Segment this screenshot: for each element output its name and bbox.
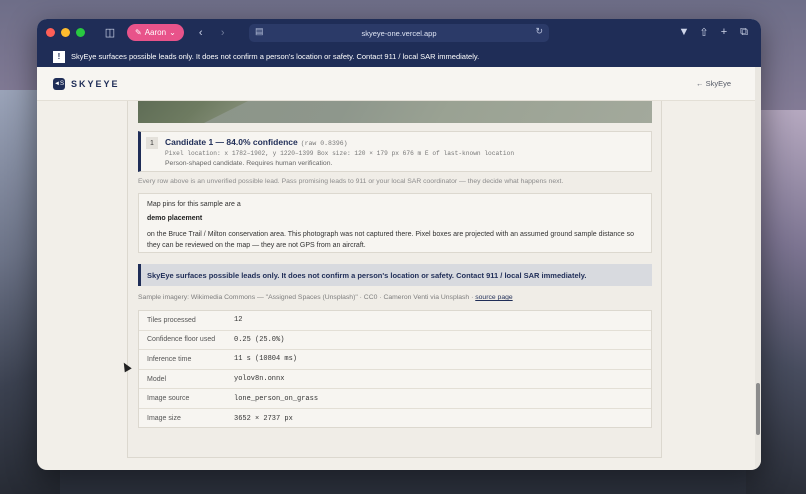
candidate-number: 1 — [146, 137, 158, 149]
stat-value: 12 — [234, 316, 243, 325]
stat-value: 3652 × 2737 px — [234, 414, 293, 423]
tab-overview-icon[interactable]: ⧉ — [735, 23, 753, 41]
candidate-card[interactable]: 1 Candidate 1 — 84.0% confidence (raw 0.8… — [138, 131, 652, 172]
minimize-window-button[interactable] — [61, 28, 70, 37]
address-url: skyeye-one.vercel.app — [361, 28, 437, 38]
back-arrow-icon[interactable]: ‹ — [192, 24, 210, 42]
results-panel: 1 Candidate 1 — 84.0% confidence (raw 0.8… — [127, 101, 662, 458]
stat-label: Confidence floor used — [147, 336, 216, 344]
map-note-emphasis: demo placement — [147, 215, 203, 222]
table-row: Image source lone_person_on_grass — [139, 389, 651, 409]
window-controls — [46, 28, 85, 37]
map-note-intro: Map pins for this sample are a — [147, 201, 241, 208]
site-logo-text[interactable]: SKYEYE — [71, 79, 120, 89]
page-settings-icon[interactable]: ▤ — [255, 26, 264, 37]
candidate-raw-score: (raw 0.8396) — [300, 140, 348, 147]
stat-label: Inference time — [147, 355, 192, 363]
browser-window: ◫ ✎ Aaron ⌄ ‹ › ▤ skyeye-one.vercel.app … — [37, 19, 761, 470]
toolbar-actions: ▼ ⇧ + ⧉ — [675, 23, 753, 41]
sample-image-preview — [138, 101, 652, 123]
candidate-title: Candidate 1 — 84.0% confidence (raw 0.839… — [165, 137, 348, 147]
stat-label: Tiles processed — [147, 316, 196, 324]
stat-label: Image source — [147, 395, 190, 403]
zoom-window-button[interactable] — [76, 28, 85, 37]
map-note: Map pins for this sample are a demo plac… — [138, 193, 652, 253]
image-credit: Sample imagery: Wikimedia Commons — "Ass… — [138, 294, 513, 301]
table-row: Inference time 11 s (10804 ms) — [139, 350, 651, 370]
map-note-body: on the Bruce Trail / Milton conservation… — [147, 231, 635, 249]
share-icon[interactable]: ⇧ — [695, 23, 713, 41]
profile-icon: ✎ — [135, 28, 142, 37]
alert-icon: ! — [53, 50, 65, 63]
download-icon[interactable]: ▼ — [675, 23, 693, 41]
sidebar-toggle-icon[interactable]: ◫ — [101, 24, 119, 42]
warning-callout: SkyEye surfaces possible leads only. It … — [138, 264, 652, 286]
navigation-arrows: ‹ › — [192, 24, 232, 42]
image-credit-text: Sample imagery: Wikimedia Commons — "Ass… — [138, 294, 474, 301]
candidate-title-text: Candidate 1 — 84.0% confidence — [165, 137, 298, 147]
stat-label: Image size — [147, 415, 181, 423]
close-window-button[interactable] — [46, 28, 55, 37]
reload-icon[interactable]: ↻ — [535, 26, 543, 37]
back-to-skyeye-link[interactable]: ← SkyEye — [696, 79, 731, 88]
safety-banner: ! SkyEye surfaces possible leads only. I… — [37, 46, 761, 67]
table-row: Model yolov8n.onnx — [139, 370, 651, 390]
stat-label: Model — [147, 375, 167, 383]
stat-value: yolov8n.onnx — [234, 375, 285, 384]
table-row: Tiles processed 12 — [139, 311, 651, 331]
table-row: Image size 3652 × 2737 px — [139, 409, 651, 429]
stat-value: lone_person_on_grass — [234, 394, 319, 403]
site-header: ◄S SKYEYE ← SkyEye — [37, 67, 755, 101]
source-page-link[interactable]: source page — [475, 294, 512, 301]
safety-banner-text: SkyEye surfaces possible leads only. It … — [71, 52, 480, 61]
skyeye-logo-icon[interactable]: ◄S — [53, 77, 65, 90]
candidate-meta: Pixel location: x 1782–1902, y 1220–1399… — [165, 150, 515, 157]
leads-disclaimer: Every row above is an unverified possibl… — [138, 178, 564, 185]
chevron-down-icon: ⌄ — [169, 28, 176, 37]
forward-arrow-icon[interactable]: › — [214, 24, 232, 42]
profile-label: Aaron — [144, 28, 167, 37]
address-bar[interactable]: ▤ skyeye-one.vercel.app ↻ — [249, 24, 549, 42]
profile-button[interactable]: ✎ Aaron ⌄ — [127, 24, 184, 41]
stat-value: 11 s (10804 ms) — [234, 355, 298, 364]
scrollbar-thumb[interactable] — [756, 383, 760, 435]
run-stats-table: Tiles processed 12 Confidence floor used 0… — [138, 310, 652, 428]
stat-value: 0.25 (25.0%) — [234, 335, 285, 344]
new-tab-icon[interactable]: + — [715, 23, 733, 41]
candidate-note: Person-shaped candidate. Requires human … — [165, 160, 333, 167]
browser-toolbar: ◫ ✎ Aaron ⌄ ‹ › ▤ skyeye-one.vercel.app … — [37, 19, 761, 46]
table-row: Confidence floor used 0.25 (25.0%) — [139, 331, 651, 351]
